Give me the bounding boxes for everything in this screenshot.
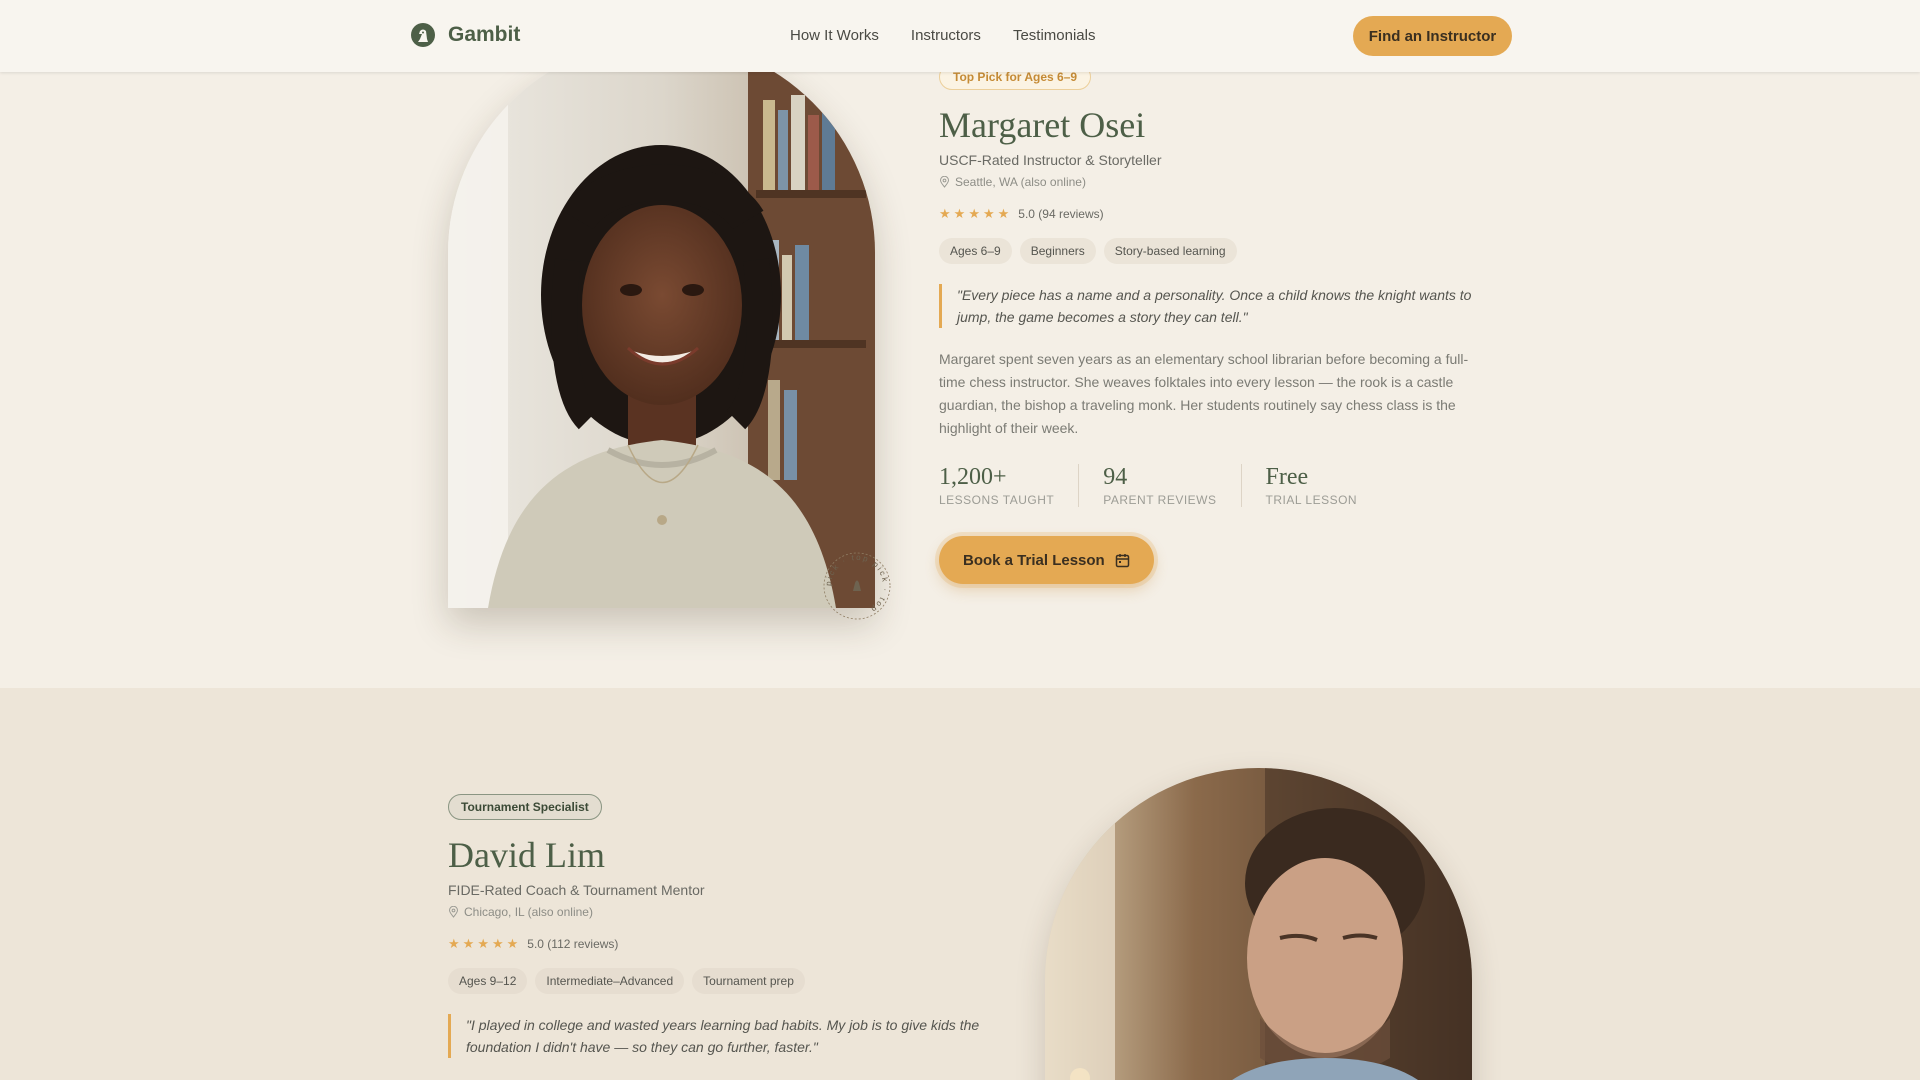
star-icon: ★ [506,936,519,951]
site-header: Gambit How It Works Instructors Testimon… [0,0,1920,72]
instructor-name: David Lim [448,835,605,875]
stat-label: LESSONS TAUGHT [939,493,1055,507]
stat-lessons: 1,200+ LESSONS TAUGHT [939,464,1080,507]
tag: Tournament prep [692,968,805,994]
instructor-quote: "I played in college and wasted years le… [448,1014,1008,1058]
specialty-tags: Ages 6–9 Beginners Story-based learning [939,238,1237,264]
star-icon: ★ [997,206,1010,221]
knight-logo-icon [411,23,435,47]
instructor-role: USCF-Rated Instructor & Storyteller [939,152,1162,168]
tournament-specialist-badge: Tournament Specialist [448,794,602,820]
tag: Beginners [1019,238,1096,264]
location-text: Seattle, WA (also online) [955,175,1086,189]
bio-line: highlight of their week. [939,420,1079,436]
star-icon: ★ [448,936,460,951]
stat-trial: Free TRIAL LESSON [1266,464,1382,507]
stat-value: 94 [1103,464,1128,490]
instructor-location: Chicago, IL (also online) [448,905,593,919]
stat-label: TRIAL LESSON [1265,493,1358,507]
star-icon: ★ [462,936,475,951]
tag: Ages 9–12 [448,968,528,994]
location-pin-icon [448,906,459,918]
rating: ★ ★ ★ ★ ★ 5.0 (112 reviews) [448,936,618,952]
stat-label: PARENT REVIEWS [1103,493,1217,507]
brand-name: Gambit [448,23,521,46]
quote-line: "I played in college and wasted years le… [466,1017,980,1033]
rating-text: 5.0 (94 reviews) [1018,207,1104,221]
book-trial-button[interactable]: Book a Trial Lesson [939,536,1154,584]
star-icon: ★ [953,206,966,221]
bio-line: guardian, the bishop a traveling monk. H… [939,397,1456,413]
top-pick-seal: pick · top pick · top [822,551,892,621]
quote-line: "Every piece has a name and a personalit… [957,287,1472,303]
stat-value: 1,200+ [939,464,1007,490]
stat-value: Free [1265,464,1309,490]
calendar-icon [1115,553,1129,567]
bio-line: time chess instructor. She weaves folkta… [939,374,1454,390]
nav-instructors[interactable]: Instructors [911,27,981,44]
location-text: Chicago, IL (also online) [464,905,593,919]
star-icon: ★ [477,936,489,951]
rating: ★ ★ ★ ★ ★ 5.0 (94 reviews) [939,206,1104,222]
specialty-tags: Ages 9–12 Intermediate–Advanced Tourname… [448,968,805,994]
location-pin-icon [939,176,950,188]
instructor-bio: Margaret spent seven years as an element… [939,348,1509,440]
stat-reviews: 94 PARENT REVIEWS [1103,464,1242,507]
brand-logo[interactable]: Gambit [410,22,520,48]
main-nav: How It Works Instructors Testimonials [790,27,1095,44]
nav-testimonials[interactable]: Testimonials [1013,27,1096,44]
margaret-portrait-photo [448,40,875,608]
quote-line: jump, the game becomes a story they can … [957,309,1248,325]
nav-how-it-works[interactable]: How It Works [790,27,879,44]
tag: Intermediate–Advanced [535,968,685,994]
tag: Ages 6–9 [939,238,1012,264]
instructor-role: FIDE-Rated Coach & Tournament Mentor [448,882,705,898]
book-trial-label: Book a Trial Lesson [963,551,1105,569]
star-icon: ★ [968,206,980,221]
instructor-name: Margaret Osei [939,105,1146,145]
instructor-quote: "Every piece has a name and a personalit… [939,284,1499,328]
star-icon: ★ [982,206,995,221]
tag: Story-based learning [1103,238,1237,264]
quote-line: foundation I didn't have — so they can g… [466,1039,818,1055]
bio-line: Margaret spent seven years as an element… [939,351,1469,367]
rating-text: 5.0 (112 reviews) [527,937,619,951]
star-icon: ★ [939,206,951,221]
instructor-location: Seattle, WA (also online) [939,175,1086,189]
instructor-stats: 1,200+ LESSONS TAUGHT 94 PARENT REVIEWS … [939,464,1405,507]
star-icon: ★ [491,936,504,951]
find-instructor-button[interactable]: Find an Instructor [1353,16,1512,56]
